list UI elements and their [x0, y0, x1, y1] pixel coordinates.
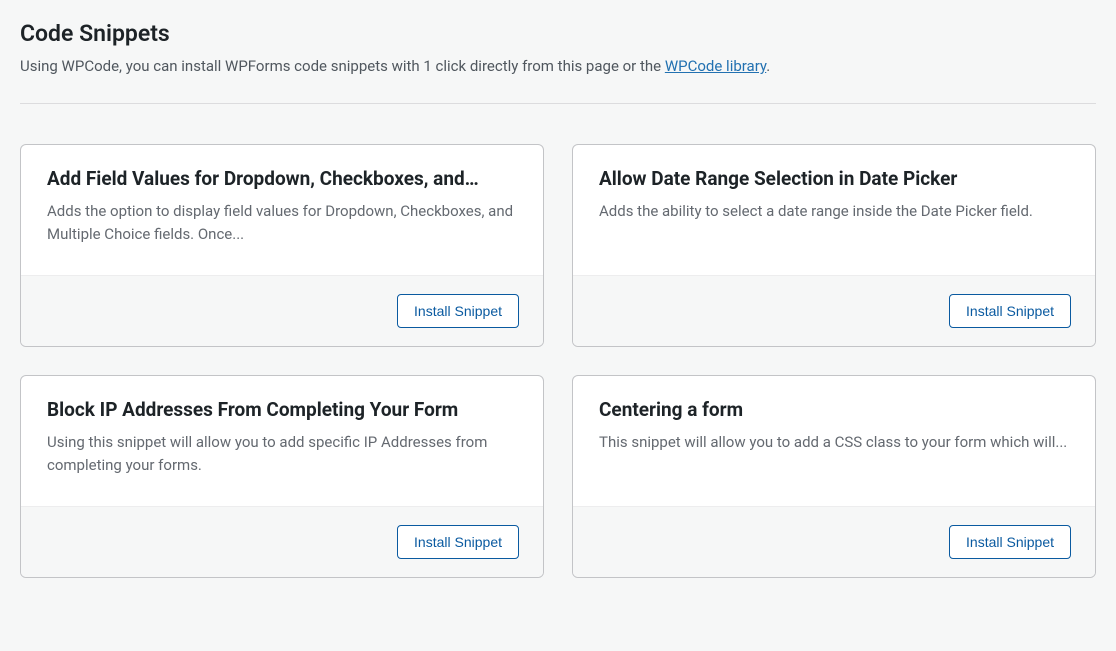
- snippet-card-body: Allow Date Range Selection in Date Picke…: [573, 145, 1095, 275]
- install-snippet-button[interactable]: Install Snippet: [949, 525, 1071, 559]
- snippets-grid: Add Field Values for Dropdown, Checkboxe…: [20, 144, 1096, 578]
- snippet-description: Using this snippet will allow you to add…: [47, 431, 517, 476]
- snippet-card: Add Field Values for Dropdown, Checkboxe…: [20, 144, 544, 347]
- snippet-description: This snippet will allow you to add a CSS…: [599, 431, 1069, 454]
- description-text-before: Using WPCode, you can install WPForms co…: [20, 57, 665, 75]
- install-snippet-button[interactable]: Install Snippet: [949, 294, 1071, 328]
- divider: [20, 103, 1096, 104]
- snippet-card-body: Block IP Addresses From Completing Your …: [21, 376, 543, 506]
- snippet-description: Adds the option to display field values …: [47, 200, 517, 245]
- page-description: Using WPCode, you can install WPForms co…: [20, 57, 1096, 75]
- page-title: Code Snippets: [20, 20, 1096, 47]
- snippet-card: Centering a form This snippet will allow…: [572, 375, 1096, 578]
- snippet-title: Allow Date Range Selection in Date Picke…: [599, 167, 1069, 190]
- snippet-card-body: Centering a form This snippet will allow…: [573, 376, 1095, 506]
- snippet-card-footer: Install Snippet: [573, 506, 1095, 577]
- snippet-card: Allow Date Range Selection in Date Picke…: [572, 144, 1096, 347]
- wpcode-library-link[interactable]: WPCode library: [665, 57, 766, 75]
- snippet-card: Block IP Addresses From Completing Your …: [20, 375, 544, 578]
- snippet-card-footer: Install Snippet: [21, 275, 543, 346]
- snippet-card-body: Add Field Values for Dropdown, Checkboxe…: [21, 145, 543, 275]
- description-text-after: .: [766, 57, 770, 75]
- snippet-title: Add Field Values for Dropdown, Checkboxe…: [47, 167, 517, 190]
- install-snippet-button[interactable]: Install Snippet: [397, 294, 519, 328]
- snippet-description: Adds the ability to select a date range …: [599, 200, 1069, 223]
- install-snippet-button[interactable]: Install Snippet: [397, 525, 519, 559]
- snippet-card-footer: Install Snippet: [21, 506, 543, 577]
- snippet-title: Centering a form: [599, 398, 1069, 421]
- snippet-title: Block IP Addresses From Completing Your …: [47, 398, 517, 421]
- snippet-card-footer: Install Snippet: [573, 275, 1095, 346]
